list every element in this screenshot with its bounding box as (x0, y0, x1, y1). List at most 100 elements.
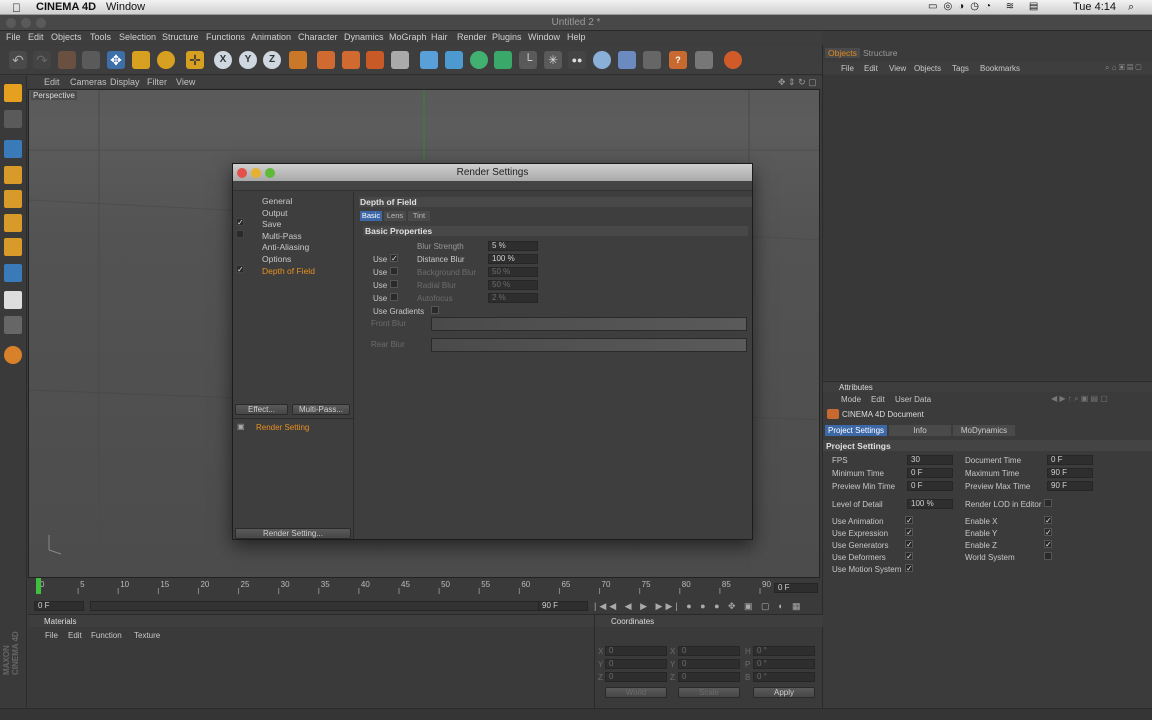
enable-y-checkbox[interactable]: ✓ (1044, 528, 1052, 537)
render-view-icon[interactable] (317, 51, 335, 69)
coordinate-system-icon[interactable] (289, 51, 307, 69)
use-gradients-checkbox[interactable] (431, 306, 439, 314)
obj-menu-file[interactable]: File (841, 64, 854, 73)
tab-structure[interactable]: Structure (863, 48, 898, 58)
y-axis-icon[interactable]: Y (239, 51, 257, 69)
model-mode-icon[interactable] (4, 140, 22, 158)
current-frame-field[interactable]: 0 F (34, 601, 84, 611)
render-lod-checkbox[interactable] (1044, 499, 1052, 507)
tab-objects[interactable]: Objects (825, 48, 860, 58)
vp-menu-edit[interactable]: Edit (44, 77, 60, 87)
close-icon[interactable] (6, 18, 16, 28)
obj-menu-objects[interactable]: Objects (914, 64, 941, 73)
nav-antialiasing[interactable]: Anti-Aliasing (262, 242, 309, 252)
tab-basic[interactable]: Basic (360, 211, 382, 221)
mat-menu-file[interactable]: File (45, 631, 58, 640)
texture-mode-icon[interactable] (4, 110, 22, 128)
preview-max-field[interactable]: 90 F (1047, 481, 1093, 491)
menu-character[interactable]: Character (298, 32, 338, 42)
timeline-ruler[interactable]: 0 5 10 15 20 25 30 35 40 45 50 55 60 65 70 75 80 85 90 (28, 578, 822, 594)
multipass-button[interactable]: Multi-Pass... (292, 404, 350, 415)
deformer-icon[interactable]: └ (519, 51, 537, 69)
minimize-icon[interactable] (21, 18, 31, 28)
nav-general[interactable]: General (262, 196, 292, 206)
max-time-field[interactable]: 90 F (1047, 468, 1093, 478)
menu-render[interactable]: Render (457, 32, 487, 42)
app-menu[interactable]: CINEMA 4D (36, 1, 96, 13)
mat-menu-function[interactable]: Function (91, 631, 122, 640)
coord-mode-dropdown[interactable]: World (605, 687, 667, 698)
menu-help[interactable]: Help (567, 32, 586, 42)
live-selection-icon[interactable] (58, 51, 76, 69)
spline-icon[interactable] (445, 51, 463, 69)
hair-icon[interactable] (643, 51, 661, 69)
vp-menu-view[interactable]: View (176, 77, 195, 87)
help-icon[interactable]: ? (669, 51, 687, 69)
distance-blur-field[interactable]: 100 % (488, 254, 538, 264)
scale-icon[interactable] (132, 51, 150, 69)
light-icon[interactable] (593, 51, 611, 69)
world-system-checkbox[interactable] (1044, 552, 1052, 560)
tag-icon[interactable] (618, 51, 636, 69)
menu-edit[interactable]: Edit (28, 32, 44, 42)
blur-strength-field[interactable]: 5 % (488, 241, 538, 251)
animation-mode-icon[interactable] (4, 264, 22, 282)
pos-z-field[interactable]: 0 (605, 672, 667, 682)
dialog-close-icon[interactable] (237, 168, 247, 178)
attr-nav-icons[interactable]: ◀ ▶ ↑ ⌕ ▣ ▤ ▢ (1051, 394, 1108, 404)
apple-icon[interactable]:  (12, 1, 21, 15)
polygons-mode-icon[interactable] (4, 238, 22, 256)
tab-lens[interactable]: Lens (384, 211, 406, 221)
nav-depth-of-field[interactable]: Depth of Field (262, 266, 315, 276)
points-mode-icon[interactable] (4, 190, 22, 208)
preview-min-field[interactable]: 0 F (907, 481, 953, 491)
use-motion-checkbox[interactable]: ✓ (905, 564, 913, 573)
select-arrow-icon[interactable] (82, 51, 100, 69)
menu-structure[interactable]: Structure (162, 32, 199, 42)
size-z-field[interactable]: 0 (678, 672, 740, 682)
spotlight-icon[interactable]: ⌕ (1128, 1, 1134, 14)
rotate-icon[interactable] (157, 51, 175, 69)
lod-field[interactable]: 100 % (907, 499, 953, 509)
menu-functions[interactable]: Functions (206, 32, 245, 42)
size-x-field[interactable]: 0 (678, 646, 740, 656)
vp-menu-display[interactable]: Display (110, 77, 140, 87)
obj-menu-tags[interactable]: Tags (952, 64, 969, 73)
use-generators-checkbox[interactable]: ✓ (905, 540, 913, 549)
doc-time-field[interactable]: 0 F (1047, 455, 1093, 465)
attr-menu-mode[interactable]: Mode (841, 395, 861, 404)
camera-icon[interactable]: ●● (568, 51, 586, 69)
front-blur-gradient[interactable] (431, 317, 747, 331)
rot-h-field[interactable]: 0 ° (753, 646, 815, 656)
dialog-minimize-icon[interactable] (251, 168, 261, 178)
autofocus-field[interactable]: 2 % (488, 293, 538, 303)
apply-button[interactable]: Apply (753, 687, 815, 698)
nav-options[interactable]: Options (262, 254, 291, 264)
background-use-checkbox[interactable] (390, 267, 398, 275)
attr-menu-edit[interactable]: Edit (871, 395, 885, 404)
vp-menu-cameras[interactable]: Cameras (70, 77, 107, 87)
radial-blur-field[interactable]: 50 % (488, 280, 538, 290)
use-animation-checkbox[interactable]: ✓ (905, 516, 913, 525)
render-queue-icon[interactable] (366, 51, 384, 69)
redo-icon[interactable]: ↷ (33, 51, 51, 69)
render-setting-button[interactable]: Render Setting... (235, 528, 351, 539)
render-settings-icon[interactable] (391, 51, 409, 69)
menu-mograph[interactable]: MoGraph (389, 32, 427, 42)
tab-tint[interactable]: Tint (408, 211, 430, 221)
nav-save[interactable]: Save (262, 219, 281, 229)
effect-button[interactable]: Effect... (235, 404, 288, 415)
menu-selection[interactable]: Selection (119, 32, 156, 42)
menu-tools[interactable]: Tools (90, 32, 111, 42)
window-menu[interactable]: Window (106, 1, 145, 13)
mat-menu-edit[interactable]: Edit (68, 631, 82, 640)
save-checkbox[interactable]: ✓ (236, 218, 244, 227)
use-expression-checkbox[interactable]: ✓ (905, 528, 913, 537)
background-blur-field[interactable]: 50 % (488, 267, 538, 277)
autofocus-use-checkbox[interactable] (390, 293, 398, 301)
scene-icon[interactable]: ✳ (544, 51, 562, 69)
snapping-icon[interactable] (4, 291, 22, 309)
end-frame-field[interactable]: 90 F (538, 601, 588, 611)
nav-multipass[interactable]: Multi-Pass (262, 231, 302, 241)
rear-blur-gradient[interactable] (431, 338, 747, 352)
